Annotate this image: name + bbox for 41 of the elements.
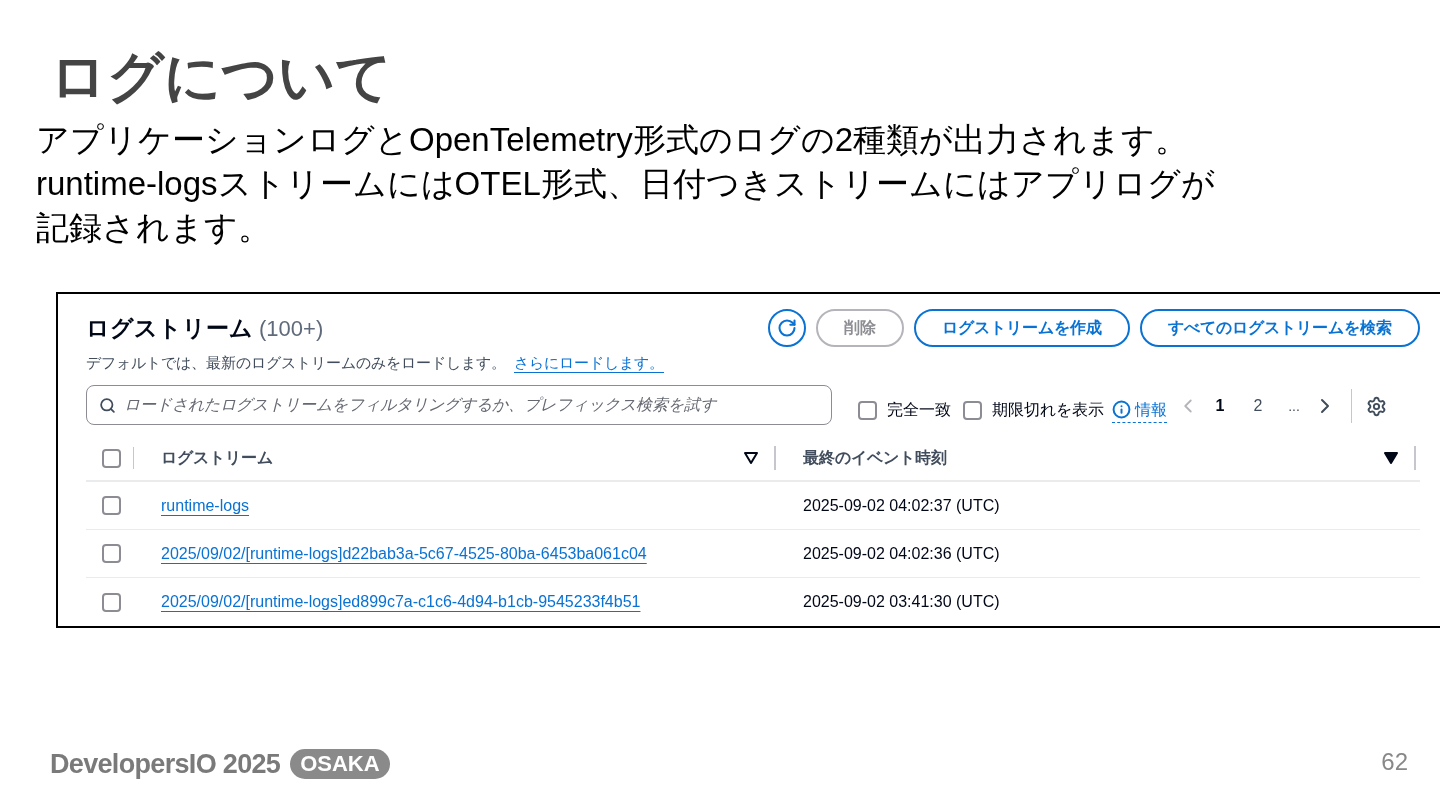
body-text: アプリケーションログとOpenTelemetry形式のログの2種類が出力されます。: [36, 120, 1189, 160]
option-label: 期限切れを表示: [992, 400, 1104, 420]
option-label: 完全一致: [887, 400, 951, 420]
page-button[interactable]: 2: [1241, 394, 1275, 418]
description-text: デフォルトでは、最新のログストリームのみをロードします。: [86, 352, 506, 373]
body-text: 記録されます。: [36, 208, 271, 248]
checkbox[interactable]: [102, 496, 121, 515]
load-more-link[interactable]: さらにロードします。: [514, 351, 664, 375]
search-icon: [99, 396, 116, 414]
checkbox[interactable]: [963, 400, 982, 420]
refresh-icon: [777, 318, 797, 338]
info-icon: [1112, 400, 1131, 419]
panel-title: ログストリーム: [86, 313, 253, 343]
action-button[interactable]: すべてのログストリームを検索: [1140, 309, 1420, 347]
log-stream-link[interactable]: 2025/09/02/[runtime-logs]ed899c7a-c1c6-4d94-b1cb-9545233f4b51: [161, 593, 641, 610]
event-badge: OSAKA: [290, 749, 390, 780]
checkbox[interactable]: [102, 544, 121, 563]
column-header: 最終のイベント時刻: [803, 448, 947, 468]
slide-title: ログについて: [50, 44, 392, 110]
event-time: 2025-09-02 03:41:30 (UTC): [803, 593, 1000, 610]
checkbox[interactable]: [102, 448, 121, 468]
log-stream-link[interactable]: runtime-logs: [161, 496, 250, 514]
event-time: 2025-09-02 04:02:36 (UTC): [803, 544, 1000, 562]
page-button[interactable]: 1: [1203, 394, 1237, 418]
settings-icon[interactable]: [1366, 395, 1387, 417]
page-number: 62: [1381, 747, 1408, 777]
refresh-button[interactable]: [768, 309, 806, 347]
checkbox[interactable]: [858, 400, 877, 420]
event-time: 2025-09-02 04:02:37 (UTC): [803, 496, 1000, 514]
body-text: runtime-logsストリームにはOTEL形式、日付つきストリームにはアプリログが: [36, 164, 1215, 204]
sort-hollow-icon[interactable]: [744, 452, 758, 464]
sort-filled-icon[interactable]: [1384, 452, 1398, 464]
brand-logo: DevelopersIO 2025: [50, 748, 281, 781]
pagination-ellipsis: ...: [1287, 396, 1301, 416]
action-button[interactable]: ログストリームを作成: [914, 309, 1130, 347]
search-field[interactable]: ロードされたログストリームをフィルタリングするか、プレフィックス検索を試す: [86, 385, 832, 425]
stream-count: (100+): [259, 314, 324, 343]
checkbox[interactable]: [102, 592, 121, 612]
info-link[interactable]: 情報: [1112, 397, 1167, 423]
log-stream-link[interactable]: 2025/09/02/[runtime-logs]d22bab3a-5c67-4525-80ba-6453ba061c04: [161, 544, 647, 562]
column-header: ログストリーム: [161, 448, 273, 468]
